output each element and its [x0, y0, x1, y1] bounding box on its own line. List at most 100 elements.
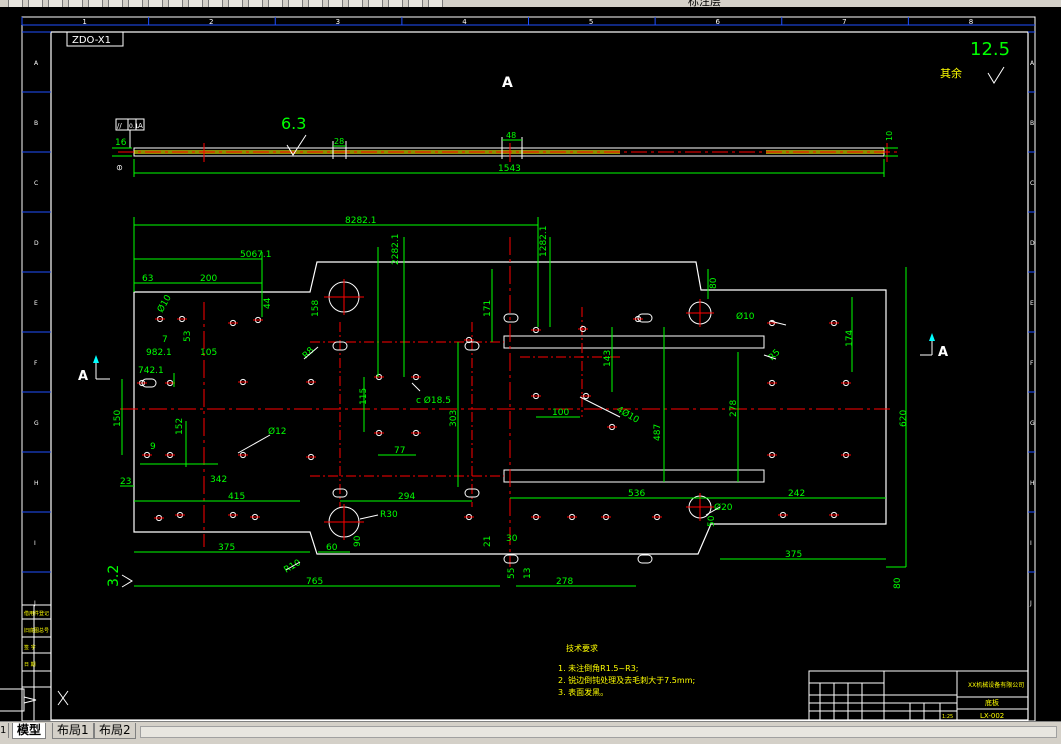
- svg-text:28: 28: [334, 137, 344, 146]
- dim-d143: 143: [603, 350, 613, 367]
- svg-text://: //: [117, 122, 122, 130]
- dim-d8282: 8282.1: [345, 216, 377, 226]
- dim-d50: 50: [707, 515, 717, 527]
- grid-row-label: D: [34, 240, 39, 247]
- title-scale: 1:25: [942, 714, 953, 720]
- drawing-canvas[interactable]: 12345678 ABCDEFGHIJ ABCDEFGHIJ ZDO-X1 12…: [0, 7, 1061, 722]
- dim-d80-bottom: 80: [893, 577, 903, 589]
- zone-grid-left: ABCDEFGHIJ: [22, 31, 51, 607]
- dim-d90: 90: [353, 535, 363, 547]
- tab-layout2[interactable]: 布局2: [94, 723, 136, 739]
- svg-text:A: A: [138, 122, 143, 130]
- grid-row-label: F: [1030, 360, 1034, 367]
- dim-d77: 77: [394, 446, 405, 456]
- dim-d7: 7: [162, 335, 168, 345]
- dim-d115: 115: [359, 388, 369, 405]
- dim-hole-18: c Ø18.5: [416, 395, 451, 406]
- layout-tab-bar: 1 模型 布局1 布局2: [0, 721, 1061, 744]
- grid-row-label: I: [1030, 540, 1032, 547]
- zone-grid-top: 1 2 3 4 5 6 7 8: [21, 17, 1035, 26]
- technical-notes: 技术要求 1. 未注倒角R1.5~R3; 2. 锐边倒钝处理及去毛刺大于7.5m…: [558, 643, 695, 697]
- dim-d375-right: 375: [785, 550, 802, 560]
- dim-d53: 53: [183, 331, 193, 342]
- inner-frame: [50, 31, 1029, 721]
- tab-scroll-arrow[interactable]: 1: [0, 723, 9, 738]
- title-company: XX机械设备有限公司: [968, 681, 1024, 689]
- svg-text:1. 未注倒角R1.5~R3;: 1. 未注倒角R1.5~R3;: [558, 663, 639, 673]
- dim-d44: 44: [263, 297, 273, 309]
- dim-d342: 342: [210, 475, 227, 485]
- svg-text:技术要求: 技术要求: [566, 643, 598, 653]
- section-marker-right: A: [938, 345, 948, 360]
- top-view: // 0.1 A 16 ⊖ 6.3 28 48 10 1543: [112, 114, 900, 177]
- grid-row-label: E: [34, 300, 38, 307]
- grid-col-label: 3: [336, 18, 340, 26]
- dim-d9: 9: [150, 442, 156, 452]
- slot-mark: [503, 554, 519, 564]
- dim-hole-r12: Ø12: [268, 426, 287, 437]
- grid-row-label: B: [34, 120, 38, 127]
- horizontal-scrollbar[interactable]: [140, 726, 1057, 738]
- left-strip-label: 借用件登记: [24, 610, 49, 617]
- dim-hole-r10-mid: 4Ø10: [615, 404, 642, 426]
- dim-d171: 171: [483, 300, 493, 317]
- grid-row-label: F: [34, 360, 38, 367]
- plan-view: 8282.1 5067.1 2282.1 1282.1 63 200 44 53 158 171 8…: [78, 216, 948, 589]
- dim-d30: 30: [506, 534, 518, 544]
- dim-d200: 200: [200, 274, 217, 284]
- dim-thickness-left: 16: [115, 138, 127, 148]
- svg-text:⊖: ⊖: [115, 164, 124, 171]
- roughness-general-label: 其余: [940, 66, 962, 80]
- dim-d620: 620: [899, 410, 909, 427]
- grid-row-label: H: [1030, 480, 1035, 487]
- grid-row-label: A: [1030, 60, 1035, 67]
- grid-row-label: C: [34, 180, 38, 187]
- grid-row-label: D: [1030, 240, 1035, 247]
- dim-d278-bottom: 278: [556, 577, 573, 587]
- dim-r8: R8: [301, 345, 317, 361]
- dim-d105: 105: [200, 348, 217, 358]
- svg-text:3. 表面发黑。: 3. 表面发黑。: [558, 687, 608, 697]
- left-strip-label: 旧底图总号: [24, 627, 49, 634]
- left-strip-label: 日 期: [24, 662, 36, 668]
- grid-row-label: E: [1030, 300, 1034, 307]
- dim-d415: 415: [228, 492, 245, 502]
- grid-row-label: G: [34, 420, 39, 427]
- dim-d55: 55: [507, 568, 517, 579]
- dim-d765: 765: [306, 577, 323, 587]
- dim-d2282: 2282.1: [391, 234, 401, 266]
- grid-row-label: G: [1030, 420, 1035, 427]
- dim-d152: 152: [175, 418, 185, 435]
- dim-d742: 742.1: [138, 366, 164, 376]
- grid-col-label: 2: [209, 18, 213, 26]
- grid-row-label: A: [34, 60, 39, 67]
- svg-text:2. 锐边倒钝处理及去毛刺大于7.5mm;: 2. 锐边倒钝处理及去毛刺大于7.5mm;: [558, 675, 695, 685]
- dim-d60: 60: [326, 543, 338, 553]
- dim-r10: R10: [283, 558, 304, 576]
- outer-frame: [21, 16, 1036, 722]
- dim-d536: 536: [628, 489, 645, 499]
- dim-d303: 303: [449, 410, 459, 427]
- tab-model[interactable]: 模型: [12, 723, 47, 739]
- dim-hole-r10-right: Ø10: [736, 311, 755, 322]
- roughness-general: 12.5: [970, 39, 1010, 60]
- svg-text:48: 48: [506, 131, 516, 140]
- dim-overall-length: 1543: [498, 164, 521, 174]
- dim-d23: 23: [120, 477, 131, 487]
- svg-text:10: 10: [885, 131, 894, 141]
- grid-col-label: 8: [969, 18, 973, 26]
- slot-mark: [637, 554, 653, 564]
- title-drawing-no: LX-002: [980, 712, 1004, 720]
- dim-hole-r65: R5: [767, 348, 783, 364]
- zone-grid-right: A B C D E F G H I J: [1028, 31, 1035, 607]
- dim-d158: 158: [311, 300, 321, 317]
- dim-r30: R30: [380, 510, 398, 520]
- dim-d63: 63: [142, 274, 153, 284]
- dim-hole-r10-left: Ø10: [155, 293, 174, 315]
- dim-d5067: 5067.1: [240, 250, 272, 260]
- title-part-name: 底板: [985, 698, 999, 707]
- grid-row-label: J: [1029, 600, 1032, 607]
- dim-d150: 150: [113, 410, 123, 427]
- dim-d278-mid: 278: [729, 400, 739, 417]
- tab-layout1[interactable]: 布局1: [52, 723, 94, 739]
